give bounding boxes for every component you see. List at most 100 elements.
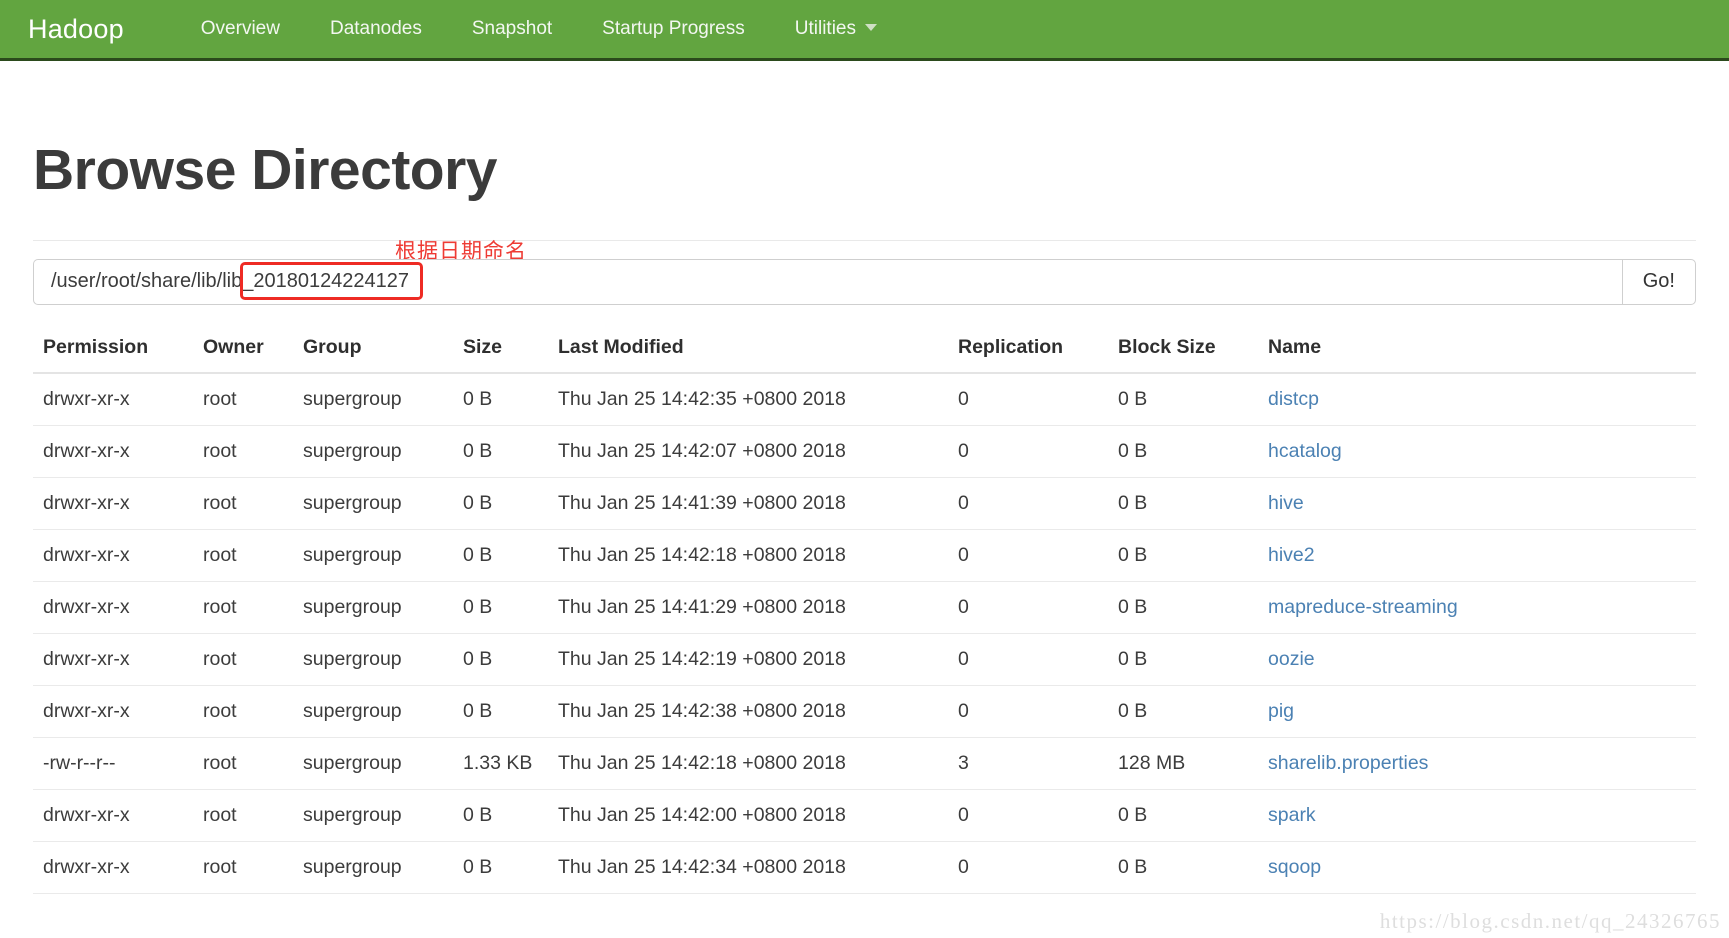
table-row: -rw-r--r-- root supergroup 1.33 KB Thu Jan 2… xyxy=(33,737,1696,790)
cell-group: supergroup xyxy=(293,789,453,842)
cell-size: 0 B xyxy=(453,841,548,894)
table-row: drwxr-xr-x root supergroup 0 B Thu Jan 25 14… xyxy=(33,685,1696,738)
cell-permission: -rw-r--r-- xyxy=(33,737,193,790)
file-link[interactable]: hive2 xyxy=(1268,544,1315,566)
table-header-row: Permission Owner Group Size Last Modifie… xyxy=(33,327,1696,374)
file-link[interactable]: pig xyxy=(1268,700,1294,722)
cell-size: 0 B xyxy=(453,529,548,582)
table-row: drwxr-xr-x root supergroup 0 B Thu Jan 25 14… xyxy=(33,529,1696,582)
table-row: drwxr-xr-x root supergroup 0 B Thu Jan 25 14… xyxy=(33,425,1696,478)
cell-permission: drwxr-xr-x xyxy=(33,633,193,686)
header-size: Size xyxy=(453,327,548,374)
cell-replication: 0 xyxy=(948,581,1108,634)
cell-permission: drwxr-xr-x xyxy=(33,529,193,582)
cell-block-size: 0 B xyxy=(1108,633,1258,686)
cell-replication: 0 xyxy=(948,529,1108,582)
table-row: drwxr-xr-x root supergroup 0 B Thu Jan 25 14… xyxy=(33,372,1696,426)
cell-group: supergroup xyxy=(293,372,453,426)
cell-replication: 0 xyxy=(948,477,1108,530)
cell-replication: 3 xyxy=(948,737,1108,790)
cell-owner: root xyxy=(193,737,293,790)
cell-size: 0 B xyxy=(453,425,548,478)
cell-group: supergroup xyxy=(293,737,453,790)
cell-name: hive xyxy=(1258,477,1696,530)
cell-last-modified: Thu Jan 25 14:42:18 +0800 2018 xyxy=(548,529,948,582)
cell-replication: 0 xyxy=(948,425,1108,478)
file-link[interactable]: mapreduce-streaming xyxy=(1268,596,1458,618)
header-group: Group xyxy=(293,327,453,374)
cell-replication: 0 xyxy=(948,841,1108,894)
cell-group: supergroup xyxy=(293,477,453,530)
chevron-down-icon xyxy=(864,24,877,31)
cell-owner: root xyxy=(193,685,293,738)
file-link[interactable]: hcatalog xyxy=(1268,440,1342,462)
cell-group: supergroup xyxy=(293,529,453,582)
brand-hadoop[interactable]: Hadoop xyxy=(28,14,124,45)
file-link[interactable]: oozie xyxy=(1268,648,1315,670)
cell-permission: drwxr-xr-x xyxy=(33,372,193,426)
nav-item-datanodes[interactable]: Datanodes xyxy=(305,18,447,40)
cell-last-modified: Thu Jan 25 14:42:34 +0800 2018 xyxy=(548,841,948,894)
page-container: Browse Directory 根据日期命名 Go! Permission O… xyxy=(0,139,1729,894)
table-row: drwxr-xr-x root supergroup 0 B Thu Jan 25 14… xyxy=(33,581,1696,634)
nav-item-overview[interactable]: Overview xyxy=(176,18,305,40)
cell-block-size: 0 B xyxy=(1108,581,1258,634)
cell-owner: root xyxy=(193,841,293,894)
nav-item-label: Startup Progress xyxy=(602,18,745,39)
file-link[interactable]: sqoop xyxy=(1268,856,1321,878)
cell-permission: drwxr-xr-x xyxy=(33,477,193,530)
table-row: drwxr-xr-x root supergroup 0 B Thu Jan 25 14… xyxy=(33,789,1696,842)
cell-last-modified: Thu Jan 25 14:41:39 +0800 2018 xyxy=(548,477,948,530)
nav-item-utilities[interactable]: Utilities xyxy=(770,18,902,40)
cell-name: hcatalog xyxy=(1258,425,1696,478)
path-input-wrapper xyxy=(33,258,1622,305)
file-link[interactable]: spark xyxy=(1268,804,1316,826)
file-link[interactable]: hive xyxy=(1268,492,1304,514)
cell-last-modified: Thu Jan 25 14:42:19 +0800 2018 xyxy=(548,633,948,686)
file-link[interactable]: sharelib.properties xyxy=(1268,752,1428,774)
table-row: drwxr-xr-x root supergroup 0 B Thu Jan 25 14… xyxy=(33,477,1696,530)
table-row: drwxr-xr-x root supergroup 0 B Thu Jan 25 14… xyxy=(33,841,1696,894)
directory-path-input[interactable] xyxy=(33,258,1622,305)
cell-size: 0 B xyxy=(453,477,548,530)
cell-owner: root xyxy=(193,477,293,530)
title-divider xyxy=(33,239,1696,241)
cell-block-size: 0 B xyxy=(1108,685,1258,738)
table-row: drwxr-xr-x root supergroup 0 B Thu Jan 25 14… xyxy=(33,633,1696,686)
header-block-size: Block Size xyxy=(1108,327,1258,374)
nav-item-snapshot[interactable]: Snapshot xyxy=(447,18,577,40)
cell-block-size: 0 B xyxy=(1108,789,1258,842)
cell-group: supergroup xyxy=(293,633,453,686)
cell-block-size: 0 B xyxy=(1108,425,1258,478)
cell-name: distcp xyxy=(1258,372,1696,426)
cell-size: 0 B xyxy=(453,372,548,426)
cell-size: 0 B xyxy=(453,581,548,634)
nav-item-label: Overview xyxy=(200,18,280,39)
cell-group: supergroup xyxy=(293,841,453,894)
nav-item-startup-progress[interactable]: Startup Progress xyxy=(577,18,770,40)
cell-owner: root xyxy=(193,633,293,686)
cell-last-modified: Thu Jan 25 14:42:18 +0800 2018 xyxy=(548,737,948,790)
cell-name: hive2 xyxy=(1258,529,1696,582)
cell-permission: drwxr-xr-x xyxy=(33,685,193,738)
cell-owner: root xyxy=(193,425,293,478)
cell-block-size: 0 B xyxy=(1108,841,1258,894)
cell-owner: root xyxy=(193,789,293,842)
cell-size: 1.33 KB xyxy=(453,737,548,790)
cell-block-size: 0 B xyxy=(1108,477,1258,530)
cell-size: 0 B xyxy=(453,789,548,842)
top-navbar: Hadoop Overview Datanodes Snapshot Startup … xyxy=(0,0,1729,61)
cell-last-modified: Thu Jan 25 14:42:00 +0800 2018 xyxy=(548,789,948,842)
cell-name: pig xyxy=(1258,685,1696,738)
file-link[interactable]: distcp xyxy=(1268,388,1319,410)
header-last-modified: Last Modified xyxy=(548,327,948,374)
cell-last-modified: Thu Jan 25 14:41:29 +0800 2018 xyxy=(548,581,948,634)
go-button[interactable]: Go! xyxy=(1621,258,1696,305)
cell-block-size: 128 MB xyxy=(1108,737,1258,790)
cell-permission: drwxr-xr-x xyxy=(33,789,193,842)
watermark: https://blog.csdn.net/qq_24326765 xyxy=(1379,909,1721,933)
nav-item-label: Utilities xyxy=(794,18,856,39)
cell-owner: root xyxy=(193,529,293,582)
cell-replication: 0 xyxy=(948,685,1108,738)
cell-block-size: 0 B xyxy=(1108,372,1258,426)
